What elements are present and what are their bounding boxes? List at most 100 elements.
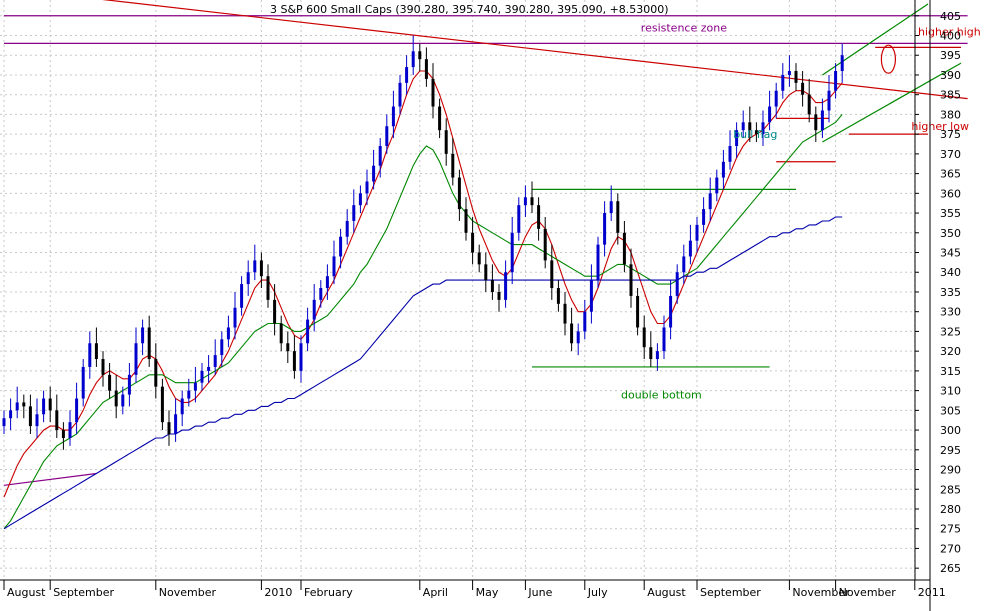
price-bar-body <box>636 295 640 328</box>
price-bar-body <box>127 374 131 395</box>
chart-title: 3 S&P 600 Small Caps (390.280, 395.740, … <box>270 3 669 16</box>
price-bar-body <box>537 205 541 229</box>
price-bar-body <box>378 145 382 166</box>
price-bar-body <box>312 299 316 320</box>
price-bar-body <box>2 418 6 427</box>
y-tick-label: 360 <box>940 187 961 200</box>
price-bar-body <box>550 260 554 289</box>
price-bar-body <box>504 272 508 300</box>
price-bar-body <box>35 414 39 427</box>
price-bar-body <box>655 351 659 360</box>
price-bar-body <box>365 181 369 194</box>
x-tick-label: 2011 <box>918 586 946 599</box>
price-bar-body <box>259 260 263 277</box>
y-tick-label: 310 <box>940 385 961 398</box>
price-bar-body <box>556 288 560 304</box>
price-bar-body <box>213 355 217 367</box>
price-bar-body <box>391 106 395 127</box>
y-tick-label: 355 <box>940 207 961 220</box>
x-tick-label: February <box>304 586 353 599</box>
price-bar-body <box>88 343 92 367</box>
price-bar-body <box>451 153 455 178</box>
price-bar-body <box>517 205 521 233</box>
price-bar-body <box>438 106 442 131</box>
price-bar-body <box>682 256 686 273</box>
chart-container: resistence zone bull flag double bottom hig… <box>0 0 992 611</box>
y-tick-label: 275 <box>940 523 961 536</box>
y-tick-label: 290 <box>940 464 961 477</box>
price-bar-body <box>787 71 791 75</box>
price-bar-body <box>807 94 811 115</box>
price-bar-body <box>167 422 171 435</box>
price-bar-body <box>570 323 574 344</box>
price-bar-body <box>94 343 98 360</box>
y-tick-label: 325 <box>940 325 961 338</box>
price-bar-body <box>141 327 145 344</box>
y-tick-label: 340 <box>940 266 961 279</box>
price-bar-body <box>121 394 125 407</box>
price-bar-body <box>649 347 653 360</box>
x-tick-label: 2010 <box>264 586 292 599</box>
y-tick-label: 395 <box>940 49 961 62</box>
price-bar-body <box>220 339 224 356</box>
price-bar-body <box>358 193 362 206</box>
y-tick-label: 305 <box>940 404 961 417</box>
x-tick-label: September <box>700 586 761 599</box>
price-bar-body <box>61 430 65 438</box>
y-tick-label: 370 <box>940 148 961 161</box>
y-tick-label: 270 <box>940 542 961 555</box>
price-bar-body <box>424 59 428 79</box>
price-bar-body <box>834 71 838 91</box>
chart-svg: resistence zonebull flagdouble bottomhig… <box>0 0 992 611</box>
annotation-label: double bottom <box>621 389 702 402</box>
price-bar-body <box>160 386 164 423</box>
price-bar-body <box>814 114 818 131</box>
price-bar-body <box>576 331 580 344</box>
price-bar-body <box>688 240 692 257</box>
y-tick-label: 380 <box>940 108 961 121</box>
price-bar-body <box>226 327 230 340</box>
price-bar-body <box>721 161 725 178</box>
price-bar-body <box>292 351 296 371</box>
price-bar-body <box>81 366 85 399</box>
x-tick-label: May <box>476 586 499 599</box>
y-tick-label: 345 <box>940 247 961 260</box>
price-bar-body <box>306 319 310 344</box>
price-bar-body <box>246 272 250 285</box>
price-bar-body <box>616 201 620 233</box>
y-tick-label: 350 <box>940 227 961 240</box>
y-tick-label: 285 <box>940 483 961 496</box>
price-bar-body <box>385 126 389 146</box>
price-bar-body <box>42 398 46 415</box>
y-tick-label: 320 <box>940 345 961 358</box>
y-tick-label: 300 <box>940 424 961 437</box>
price-bar-body <box>840 55 844 72</box>
price-bar-body <box>154 359 158 387</box>
price-bar-body <box>471 232 475 253</box>
price-bar-body <box>273 299 277 324</box>
price-bar-body <box>233 307 237 328</box>
price-bar-body <box>642 327 646 348</box>
price-bar-body <box>253 260 257 273</box>
price-bar-body <box>774 90 778 107</box>
price-bar-body <box>332 256 336 277</box>
price-bar-body <box>352 205 356 221</box>
price-bar-body <box>174 414 178 435</box>
price-bar-body <box>490 280 494 292</box>
price-bar-body <box>22 402 26 407</box>
price-bar-body <box>695 224 699 241</box>
y-tick-label: 280 <box>940 503 961 516</box>
y-tick-label: 365 <box>940 168 961 181</box>
price-bar-body <box>629 264 633 296</box>
price-bar-body <box>543 228 547 261</box>
price-bar-body <box>669 295 673 328</box>
price-bar-body <box>510 232 514 273</box>
price-bar-body <box>675 272 679 296</box>
chart-background <box>0 0 992 611</box>
price-bar-body <box>728 145 732 162</box>
price-bar-body <box>715 177 719 194</box>
price-bar-body <box>477 252 481 265</box>
price-bar-body <box>372 165 376 182</box>
x-tick-label: September <box>53 586 114 599</box>
y-tick-label: 330 <box>940 306 961 319</box>
